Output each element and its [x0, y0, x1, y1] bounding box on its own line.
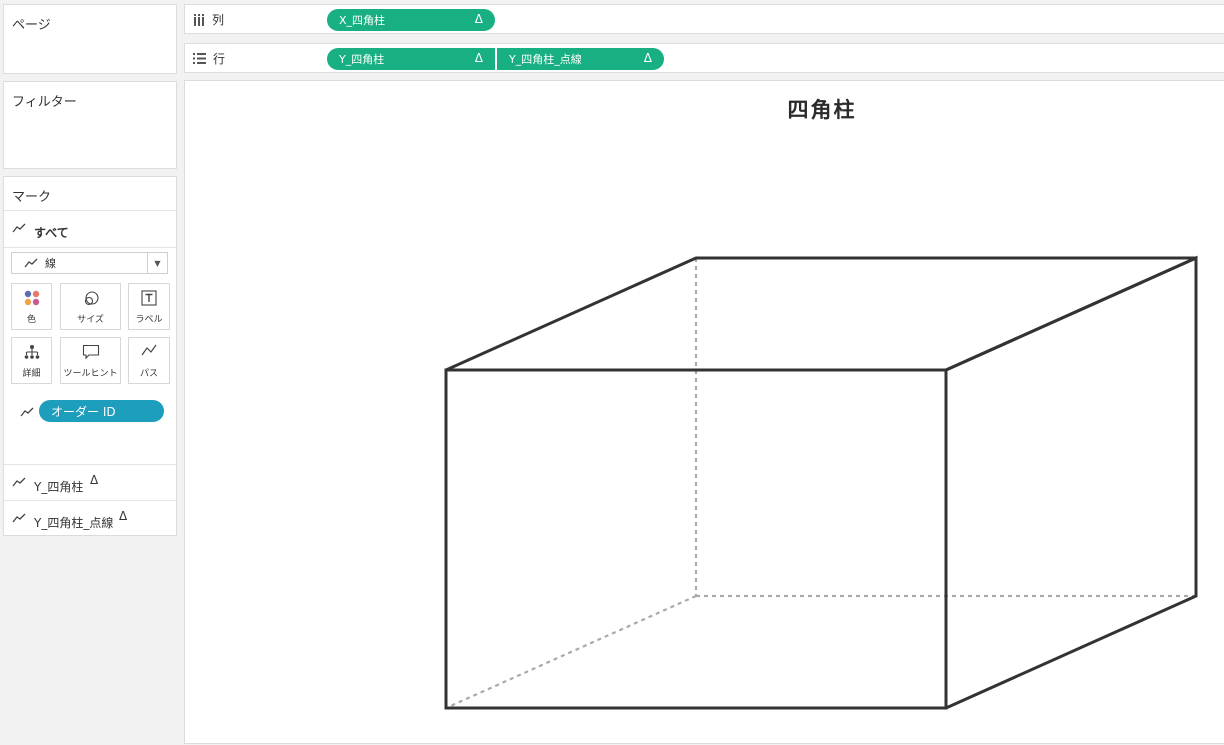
- mark-type-dropdown[interactable]: 線 ▼: [11, 252, 168, 274]
- detail-button[interactable]: 詳細: [11, 337, 52, 384]
- detail-button-label: 詳細: [22, 369, 41, 379]
- top-face: [445, 256, 1197, 372]
- marks-measure-y-box[interactable]: Y_四角柱 Δ: [4, 464, 176, 501]
- column-pill-label: X_四角柱: [339, 14, 386, 27]
- filters-card[interactable]: フィルター: [3, 81, 177, 169]
- delta-icon: Δ: [474, 12, 483, 26]
- row-pill[interactable]: Y_四角柱_点線 Δ: [497, 48, 664, 70]
- marks-all-tab[interactable]: すべて: [4, 210, 176, 248]
- delta-icon: Δ: [90, 473, 99, 487]
- path-field-label: オーダー ID: [51, 404, 116, 419]
- filters-card-title: フィルター: [12, 95, 77, 110]
- pages-card-title: ページ: [12, 18, 51, 33]
- columns-shelf[interactable]: 列 X_四角柱 Δ: [184, 4, 1224, 34]
- row-pill[interactable]: Y_四角柱 Δ: [327, 48, 495, 70]
- path-line-icon: [20, 407, 34, 417]
- color-button[interactable]: 色: [11, 283, 52, 330]
- columns-label-text: 列: [212, 13, 225, 27]
- right-face: [945, 255, 1198, 710]
- line-mark-icon: [12, 513, 26, 523]
- marks-all-label: すべて: [34, 226, 69, 240]
- prism-visualization[interactable]: [185, 81, 1224, 745]
- marks-measure-label: Y_四角柱_点線: [34, 516, 114, 530]
- delta-icon: Δ: [119, 509, 128, 523]
- rows-shelf-label: 行: [193, 50, 225, 67]
- delta-icon: Δ: [474, 51, 483, 65]
- rows-icon: [193, 53, 206, 64]
- view-canvas[interactable]: 四角柱: [184, 80, 1224, 744]
- row-pill-label: Y_四角柱: [339, 53, 385, 66]
- marks-measure-label: Y_四角柱: [34, 480, 84, 494]
- columns-icon: [194, 13, 204, 26]
- row-pill-label: Y_四角柱_点線: [509, 53, 582, 66]
- path-button[interactable]: パス: [128, 337, 170, 384]
- line-mark-icon: [12, 223, 26, 233]
- dashed-hidden-edges: [445, 258, 1196, 710]
- label-button-label: ラベル: [135, 315, 163, 325]
- pages-card[interactable]: ページ: [3, 4, 177, 74]
- size-button-label: サイズ: [77, 315, 104, 325]
- rows-label-text: 行: [213, 52, 226, 66]
- color-palette-icon: [24, 290, 39, 306]
- marks-card-title: マーク: [12, 190, 52, 205]
- path-field-pill[interactable]: オーダー ID: [39, 400, 164, 422]
- size-button[interactable]: サイズ: [60, 283, 121, 330]
- delta-icon: Δ: [643, 51, 652, 65]
- tooltip-bubble-icon: [82, 344, 99, 360]
- path-button-label: パス: [139, 369, 158, 379]
- rows-shelf[interactable]: 行 Y_四角柱 Δ Y_四角柱_点線 Δ: [184, 43, 1224, 73]
- detail-hierarchy-icon: [24, 345, 39, 359]
- columns-shelf-label: 列: [193, 11, 224, 28]
- text-label-icon: [141, 290, 157, 306]
- color-button-label: 色: [26, 315, 36, 325]
- column-pill[interactable]: X_四角柱 Δ: [327, 9, 495, 31]
- label-button[interactable]: ラベル: [128, 283, 170, 330]
- mark-type-value: 線: [45, 257, 56, 270]
- line-mark-icon: [12, 477, 26, 487]
- tooltip-button[interactable]: ツールヒント: [60, 337, 121, 384]
- line-mark-icon: [24, 258, 38, 268]
- dashed-edge: [445, 594, 697, 710]
- marks-measure-y-dotted[interactable]: Y_四角柱_点線 Δ: [4, 500, 176, 537]
- path-line-icon: [141, 344, 157, 356]
- chevron-down-icon[interactable]: ▼: [147, 253, 167, 273]
- solid-visible-edges: [444, 255, 1198, 710]
- size-icon: [84, 291, 99, 306]
- marks-card: マーク すべて 線 ▼ 色 サイズ ラベル 詳細 ツールヒント パス オーダー …: [3, 176, 177, 536]
- tooltip-button-label: ツールヒント: [63, 369, 118, 379]
